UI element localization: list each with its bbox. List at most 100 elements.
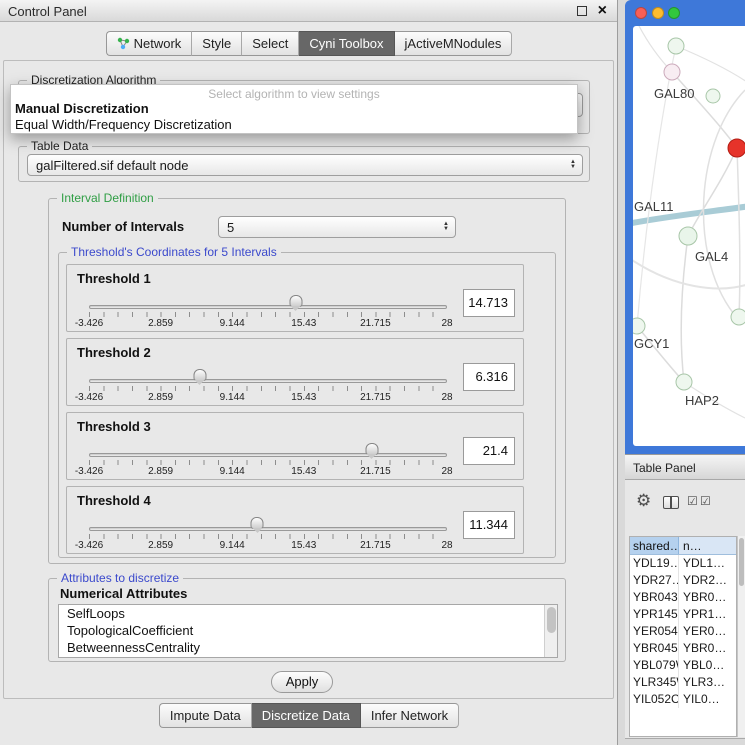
combo-arrows-icon: ▲ ▼ [570, 160, 576, 170]
tab-impute-data[interactable]: Impute Data [159, 703, 252, 728]
network-node[interactable] [664, 64, 680, 80]
tick-label: 28 [441, 392, 452, 403]
tab-style[interactable]: Style [192, 31, 242, 56]
network-node[interactable] [706, 89, 720, 103]
table-cell[interactable]: YDL19… [630, 555, 679, 572]
table-data-combobox[interactable]: galFiltered.sif default node ▲ ▼ [27, 154, 583, 176]
tab-discretize-data[interactable]: Discretize Data [252, 703, 361, 728]
table-row[interactable]: YPR145WYPR1… [630, 606, 736, 623]
columns-icon[interactable] [663, 496, 679, 509]
network-node[interactable] [676, 374, 692, 390]
node-label: GAL80 [654, 86, 694, 101]
network-node[interactable] [731, 309, 745, 325]
threshold-panel-3: Threshold 3 -3.426 2.859 9.144 15.43 21.… [66, 412, 524, 480]
threshold-value-field[interactable]: 21.4 [463, 437, 515, 465]
table-row[interactable]: YLR345WYLR3… [630, 674, 736, 691]
application-root: Control Panel × Network Style Select Cyn… [0, 0, 745, 745]
tab-label: Network [134, 36, 182, 51]
table-cell[interactable]: YPR145W [630, 606, 679, 623]
close-traffic-light[interactable] [635, 7, 647, 19]
tick-label: -3.426 [75, 466, 103, 477]
tick-label: 2.859 [148, 466, 173, 477]
table-cell[interactable]: YIL052C [630, 691, 679, 708]
list-item[interactable]: SelfLoops [59, 605, 557, 622]
tab-cyni-toolbox[interactable]: Cyni Toolbox [299, 31, 394, 56]
scrollbar-thumb[interactable] [739, 538, 744, 586]
threshold-panel-1: Threshold 1 -3.426 2.859 9.144 15.43 21.… [66, 264, 524, 332]
table-row[interactable]: YIL052CYIL0… [630, 691, 736, 708]
threshold-label: Threshold 4 [77, 493, 151, 508]
table-cell[interactable]: YER054C [630, 623, 679, 640]
scrollbar-thumb[interactable] [547, 607, 556, 633]
number-of-intervals-value: 5 [227, 220, 234, 235]
tick-label: 2.859 [148, 392, 173, 403]
combo-arrows-icon: ▲ ▼ [443, 222, 449, 232]
network-node-selected[interactable] [728, 139, 745, 157]
tick-label: 2.859 [148, 540, 173, 551]
float-window-icon[interactable] [577, 6, 587, 16]
table-cell[interactable]: YDR2… [679, 572, 736, 589]
list-scrollbar[interactable] [544, 605, 557, 657]
table-cell[interactable]: YBR043C [630, 589, 679, 606]
table-cell[interactable]: YLR3… [679, 674, 736, 691]
tab-jactivemnodules[interactable]: jActiveMNodules [395, 31, 513, 56]
close-icon[interactable]: × [598, 1, 607, 21]
list-item[interactable]: TopologicalCoefficient [59, 622, 557, 639]
table-row[interactable]: YDL19…YDL1… [630, 555, 736, 572]
zoom-traffic-light[interactable] [668, 7, 680, 19]
list-item[interactable]: BetweennessCentrality [59, 639, 557, 656]
gear-icon[interactable]: ⚙ [636, 492, 651, 509]
slider-thumb[interactable] [193, 369, 206, 381]
dropdown-option-equal-width-frequency[interactable]: Equal Width/Frequency Discretization [11, 117, 577, 133]
combo-down-icon: ▼ [443, 227, 449, 232]
table-cell[interactable]: YBR0… [679, 640, 736, 657]
table-cell[interactable]: YBR0… [679, 589, 736, 606]
tab-select[interactable]: Select [242, 31, 299, 56]
attributes-group-title: Attributes to discretize [57, 571, 183, 585]
control-panel-titlebar[interactable]: Control Panel × [0, 0, 617, 22]
table-cell[interactable]: YDL1… [679, 555, 736, 572]
tick-label: 9.144 [220, 466, 245, 477]
minimize-traffic-light[interactable] [652, 7, 664, 19]
table-cell[interactable]: YBL0… [679, 657, 736, 674]
deselect-all-checks-icon[interactable]: ☑ [700, 494, 711, 508]
column-header-name[interactable]: n… [679, 537, 736, 554]
table-row[interactable]: YDR27…YDR2… [630, 572, 736, 589]
top-tab-bar: Network Style Select Cyni Toolbox jActiv… [0, 31, 618, 56]
dropdown-option-manual-discretization[interactable]: Manual Discretization [11, 101, 577, 117]
table-cell[interactable]: YDR27… [630, 572, 679, 589]
table-cell[interactable]: YPR1… [679, 606, 736, 623]
table-cell[interactable]: YBR045C [630, 640, 679, 657]
network-node[interactable] [633, 318, 645, 334]
column-header-shared-name[interactable]: shared… [630, 537, 679, 554]
network-node[interactable] [668, 38, 684, 54]
table-row[interactable]: YBR043CYBR0… [630, 589, 736, 606]
threshold-value-field[interactable]: 11.344 [463, 511, 515, 539]
table-scrollbar[interactable] [737, 536, 745, 737]
tab-label: Infer Network [371, 708, 448, 723]
select-all-checks-icon[interactable]: ☑ [687, 494, 698, 508]
table-row[interactable]: YER054CYER0… [630, 623, 736, 640]
tab-network[interactable]: Network [106, 31, 193, 56]
apply-button[interactable]: Apply [271, 671, 333, 693]
slider-thumb[interactable] [251, 517, 264, 529]
threshold-value-field[interactable]: 6.316 [463, 363, 515, 391]
table-row[interactable]: YBL079WYBL0… [630, 657, 736, 674]
table-row[interactable]: YBR045CYBR0… [630, 640, 736, 657]
table-cell[interactable]: YBL079W [630, 657, 679, 674]
threshold-value-field[interactable]: 14.713 [463, 289, 515, 317]
slider-thumb[interactable] [365, 443, 378, 455]
tab-infer-network[interactable]: Infer Network [361, 703, 459, 728]
control-panel-window: Control Panel × Network Style Select Cyn… [0, 0, 618, 745]
tick-label: 9.144 [220, 392, 245, 403]
table-cell[interactable]: YLR345W [630, 674, 679, 691]
slider-thumb[interactable] [289, 295, 302, 307]
table-cell[interactable]: YIL0… [679, 691, 736, 708]
number-of-intervals-combobox[interactable]: 5 ▲ ▼ [218, 216, 456, 238]
network-node[interactable] [679, 227, 697, 245]
algorithm-dropdown-list: Select algorithm to view settings Manual… [10, 84, 578, 134]
table-panel-header[interactable]: Table Panel [625, 454, 745, 480]
tick-label: 28 [441, 318, 452, 329]
table-cell[interactable]: YER0… [679, 623, 736, 640]
number-of-intervals-label: Number of Intervals [62, 219, 184, 234]
